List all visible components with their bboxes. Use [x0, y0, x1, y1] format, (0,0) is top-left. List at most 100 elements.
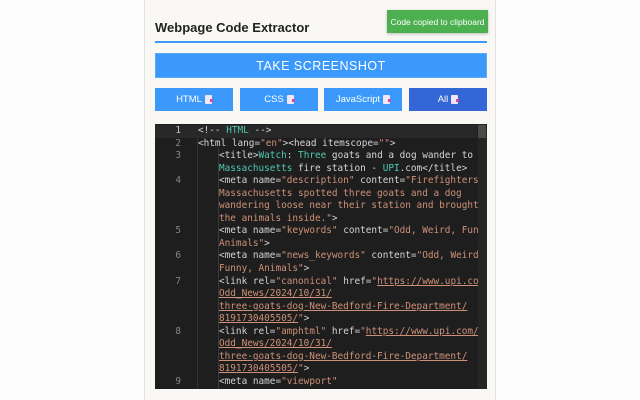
code-text: <meta name="description" content="Firefi…	[219, 175, 487, 188]
code-token: >	[264, 237, 270, 249]
clipboard-icon	[204, 95, 213, 104]
code-token: "Firefighters in	[405, 175, 487, 187]
code-token: <title>	[219, 150, 259, 162]
code-text: Funny, Animals">	[219, 263, 309, 276]
code-row: 8191730405505/">	[155, 313, 477, 326]
button-label: CSS	[264, 94, 284, 105]
line-number: 1	[175, 125, 181, 136]
code-token: content=	[354, 175, 406, 187]
line-number: 8	[175, 325, 181, 337]
code-scrollbar[interactable]	[478, 124, 487, 389]
button-label: All	[437, 94, 449, 105]
code-token: <meta name=	[219, 250, 282, 262]
code-text: <html lang="en"><head itemscope="">	[198, 138, 396, 151]
code-token: <link rel=	[219, 325, 276, 337]
code-token: "Odd, Weird,	[416, 250, 485, 262]
code-token: <link rel=	[219, 275, 276, 287]
code-token: >	[303, 363, 310, 375]
code-token: UPI	[382, 162, 400, 174]
code-token: >	[389, 137, 396, 149]
code-token: href=	[326, 325, 361, 337]
take-screenshot-button[interactable]: TAKE SCREENSHOT	[155, 53, 487, 78]
code-link[interactable]: three-goats-dog-New-Bedford-Fire-Departm…	[219, 351, 467, 362]
code-token: "keywords"	[281, 225, 338, 237]
code-row: 4 <meta name="description" content="Firef…	[155, 175, 487, 188]
code-text: <link rel="canonical" href="https://www.…	[219, 276, 487, 289]
button-label: HTML	[176, 94, 202, 105]
copy-css-button[interactable]: CSS	[240, 88, 318, 111]
copy-all-button[interactable]: All	[409, 88, 487, 111]
code-token: >	[331, 212, 338, 224]
code-token: Massachusetts spotted three goats and a …	[219, 187, 462, 199]
copy-html-button[interactable]: HTML	[155, 88, 233, 111]
code-token: goats and a dog wander to	[326, 150, 474, 162]
code-row: Odd_News/2024/10/31/	[155, 288, 477, 301]
code-viewer[interactable]: 1 <!-- HTML --> 2 <html lang="en"><head ite…	[155, 124, 487, 389]
code-link[interactable]: 8191730405505/	[219, 313, 298, 324]
code-row: 8191730405505/">	[155, 363, 477, 376]
code-text: <meta name="news_keywords" content="Odd,…	[219, 250, 484, 263]
code-text: three-goats-dog-New-Bedford-Fire-Departm…	[219, 351, 467, 364]
code-row: three-goats-dog-New-Bedford-Fire-Departm…	[155, 351, 477, 364]
code-token: <!--	[198, 125, 227, 136]
code-link[interactable]: 8191730405505/	[219, 363, 298, 374]
code-token: ""	[378, 137, 390, 149]
code-token: "en"	[260, 137, 283, 149]
code-text: Odd_News/2024/10/31/	[219, 288, 332, 301]
code-row: 8 <link rel="amphtml" href="https://www.u…	[155, 325, 487, 339]
code-link[interactable]: three-goats-dog-New-Bedford-Fire-Departm…	[219, 301, 467, 312]
code-text: three-goats-dog-New-Bedford-Fire-Departm…	[219, 301, 467, 314]
clipboard-icon	[286, 95, 295, 104]
code-row: wandering loose near their station and b…	[155, 200, 479, 213]
code-row: the animals inside.">	[155, 213, 477, 226]
code-token: :	[286, 150, 299, 162]
code-text: <title>Watch: Three goats and a dog wand…	[219, 150, 473, 163]
code-row: 3 <title>Watch: Three goats and a dog wan…	[155, 150, 477, 163]
code-token: -->	[248, 125, 272, 136]
code-link[interactable]: Odd_News/2024/10/31/	[219, 338, 332, 349]
code-text: <meta name="keywords" content="Odd, Weir…	[219, 225, 487, 238]
code-token: content=	[337, 225, 389, 237]
code-text: Massachusetts spotted three goats and a …	[219, 188, 462, 201]
code-text: <meta name="viewport"	[219, 376, 338, 389]
code-token: Funny, Animals"	[219, 263, 304, 275]
clipboard-icon	[451, 95, 460, 104]
code-row: Massachusetts spotted three goats and a …	[155, 188, 477, 201]
code-token: "Odd, Weird, Funny,	[388, 225, 487, 237]
line-number: 7	[175, 275, 181, 287]
copied-toast: Code copied to clipboard	[387, 10, 488, 33]
line-number: 9	[175, 375, 181, 387]
code-token: <meta name=	[219, 375, 282, 387]
code-token: wandering loose near their station and b…	[219, 200, 479, 212]
code-row: Massachusetts fire station - UPI.com</ti…	[155, 163, 477, 176]
code-token: content=	[365, 250, 417, 262]
code-token: "description"	[281, 175, 355, 187]
code-row: 5 <meta name="keywords" content="Odd, Wei…	[155, 225, 487, 238]
code-token: "viewport"	[281, 375, 338, 387]
code-token: "news_keywords"	[281, 250, 366, 262]
code-token: "canonical"	[275, 275, 338, 287]
line-number: 6	[175, 250, 181, 262]
line-number: 4	[175, 175, 181, 187]
code-link[interactable]: Odd_News/2024/10/31/	[219, 288, 332, 299]
scrollbar-thumb[interactable]	[478, 125, 486, 138]
code-token: .com</title>	[399, 162, 468, 174]
code-token: "amphtml"	[275, 325, 327, 337]
code-link[interactable]: https://www.upi.com/amp/	[366, 326, 487, 337]
code-token: Watch	[258, 150, 287, 162]
code-token: >	[303, 313, 310, 325]
code-text: the animals inside.">	[219, 213, 338, 226]
code-row: 2 <html lang="en"><head itemscope="">	[155, 138, 477, 151]
copy-javascript-button[interactable]: JavaScript	[324, 88, 402, 111]
code-token: >	[303, 263, 310, 275]
code-link[interactable]: https://www.upi.com/	[377, 276, 487, 287]
code-token: the animals inside."	[219, 212, 332, 224]
code-row: 9 <meta name="viewport"	[155, 376, 477, 389]
clipboard-icon	[383, 95, 392, 104]
code-row: Odd_News/2024/10/31/	[155, 338, 477, 351]
line-number: 2	[175, 137, 181, 149]
code-token: ><head itemscope=	[282, 137, 379, 149]
line-number: 5	[175, 225, 181, 237]
code-text: 8191730405505/">	[219, 363, 309, 376]
code-token: <meta name=	[219, 225, 282, 237]
